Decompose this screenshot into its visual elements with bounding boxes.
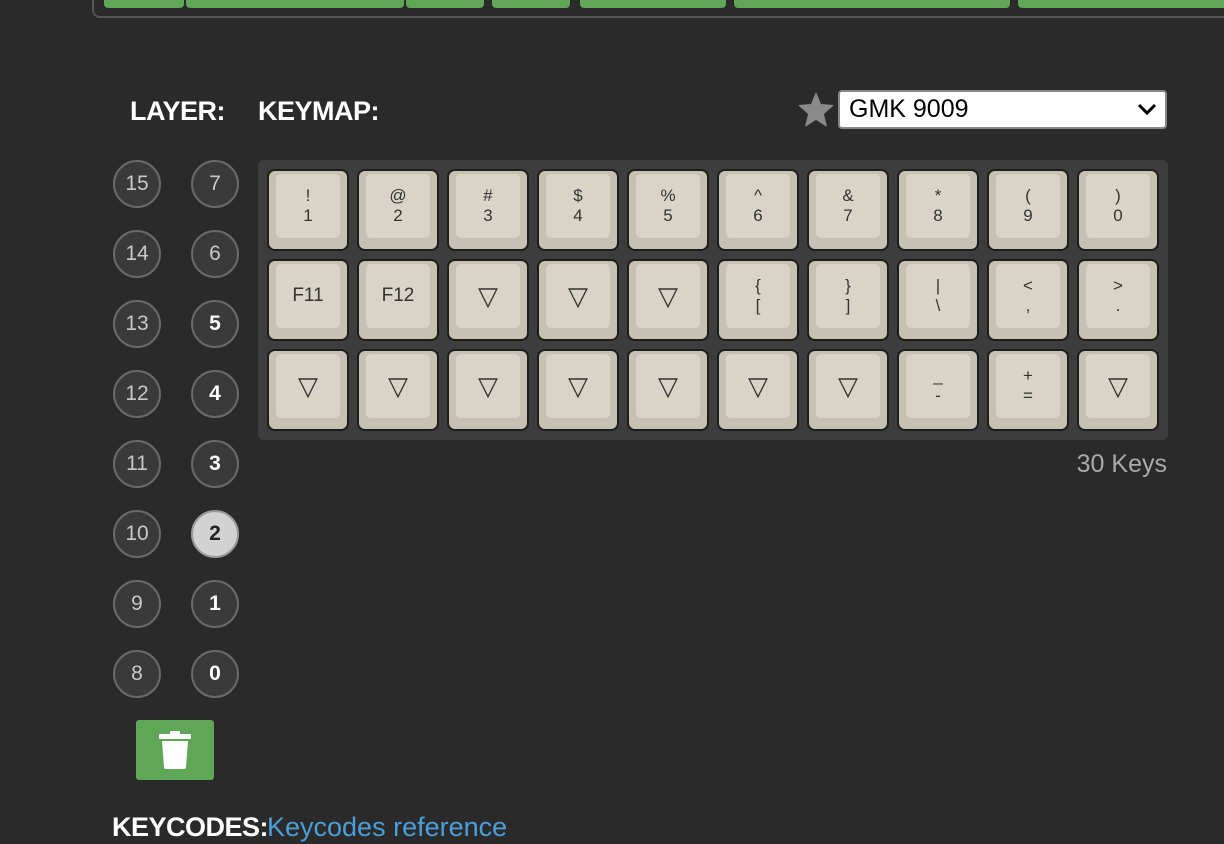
layer-button-15[interactable]: 15 bbox=[113, 160, 161, 208]
keycap-legend: <, bbox=[996, 264, 1060, 328]
keycodes-label: KEYCODES: bbox=[112, 812, 269, 842]
key-0-4[interactable]: % 5 bbox=[627, 169, 709, 251]
key-0-9[interactable]: ) 0 bbox=[1077, 169, 1159, 251]
key-0-5[interactable]: ^ 6 bbox=[717, 169, 799, 251]
star-icon[interactable] bbox=[796, 90, 836, 130]
layer-button-11[interactable]: 11 bbox=[113, 440, 161, 488]
layer-button-4[interactable]: 4 bbox=[191, 370, 239, 418]
keycap-legend: _ - bbox=[906, 354, 970, 418]
keycodes-reference-link[interactable]: Keycodes reference bbox=[267, 812, 507, 843]
toolbar-strip bbox=[92, 0, 1224, 18]
keycap-legend: ▽ bbox=[726, 354, 790, 418]
key-2-5[interactable]: ▽ bbox=[717, 349, 799, 431]
layer-button-7[interactable]: 7 bbox=[191, 160, 239, 208]
keycap-legend: * 8 bbox=[906, 174, 970, 238]
key-2-3[interactable]: ▽ bbox=[537, 349, 619, 431]
key-2-4[interactable]: ▽ bbox=[627, 349, 709, 431]
key-0-8[interactable]: (9 bbox=[987, 169, 1069, 251]
keymap-label: KEYMAP: bbox=[258, 96, 380, 126]
key-1-1[interactable]: F12 bbox=[357, 259, 439, 341]
key-0-1[interactable]: @2 bbox=[357, 169, 439, 251]
key-0-2[interactable]: #3 bbox=[447, 169, 529, 251]
layer-button-9[interactable]: 9 bbox=[113, 580, 161, 628]
keycap-legend: ▽ bbox=[366, 354, 430, 418]
toolbar-button-3[interactable] bbox=[406, 0, 484, 8]
key-1-5[interactable]: {[ bbox=[717, 259, 799, 341]
toolbar-button-2[interactable] bbox=[186, 0, 404, 8]
keycap-legend: ▽ bbox=[636, 264, 700, 328]
layer-button-8[interactable]: 8 bbox=[113, 650, 161, 698]
layer-button-3[interactable]: 3 bbox=[191, 440, 239, 488]
key-0-6[interactable]: & 7 bbox=[807, 169, 889, 251]
layer-button-6[interactable]: 6 bbox=[191, 230, 239, 278]
key-1-3[interactable]: ▽ bbox=[537, 259, 619, 341]
layer-button-10[interactable]: 10 bbox=[113, 510, 161, 558]
key-1-6[interactable]: }] bbox=[807, 259, 889, 341]
key-1-7[interactable]: | \ bbox=[897, 259, 979, 341]
keycap-legend: {[ bbox=[726, 264, 790, 328]
key-count: 30 Keys bbox=[1076, 450, 1167, 478]
chevron-down-icon bbox=[1137, 103, 1157, 116]
layer-button-14[interactable]: 14 bbox=[113, 230, 161, 278]
layer-label: LAYER: bbox=[130, 96, 226, 126]
keycap-legend: F12 bbox=[366, 264, 430, 328]
toolbar-button-1[interactable] bbox=[104, 0, 184, 8]
keymap-select[interactable]: GMK 9009 bbox=[838, 90, 1167, 129]
keycap-legend: % 5 bbox=[636, 174, 700, 238]
keycap-legend: F11 bbox=[276, 264, 340, 328]
keycap-legend: ! 1 bbox=[276, 174, 340, 238]
toolbar-button-6[interactable] bbox=[734, 0, 1010, 8]
layer-button-1[interactable]: 1 bbox=[191, 580, 239, 628]
key-0-3[interactable]: $4 bbox=[537, 169, 619, 251]
key-0-7[interactable]: * 8 bbox=[897, 169, 979, 251]
keycap-legend: ▽ bbox=[816, 354, 880, 418]
keymap-select-value: GMK 9009 bbox=[849, 95, 969, 123]
keycap-legend: ▽ bbox=[1086, 354, 1150, 418]
keycap-legend: + = bbox=[996, 354, 1060, 418]
layer-button-0[interactable]: 0 bbox=[191, 650, 239, 698]
keycap-legend: ) 0 bbox=[1086, 174, 1150, 238]
key-0-0[interactable]: ! 1 bbox=[267, 169, 349, 251]
key-2-9[interactable]: ▽ bbox=[1077, 349, 1159, 431]
layer-button-13[interactable]: 13 bbox=[113, 300, 161, 348]
keycap-legend: }] bbox=[816, 264, 880, 328]
keycap-legend: ▽ bbox=[456, 264, 520, 328]
trash-icon bbox=[159, 731, 191, 769]
key-1-4[interactable]: ▽ bbox=[627, 259, 709, 341]
keycap-legend: ▽ bbox=[456, 354, 520, 418]
key-2-2[interactable]: ▽ bbox=[447, 349, 529, 431]
keycap-legend: & 7 bbox=[816, 174, 880, 238]
key-1-0[interactable]: F11 bbox=[267, 259, 349, 341]
keycap-legend: (9 bbox=[996, 174, 1060, 238]
key-1-8[interactable]: <, bbox=[987, 259, 1069, 341]
toolbar-button-5[interactable] bbox=[580, 0, 726, 8]
key-1-2[interactable]: ▽ bbox=[447, 259, 529, 341]
keycap-legend: ▽ bbox=[636, 354, 700, 418]
key-2-0[interactable]: ▽ bbox=[267, 349, 349, 431]
toolbar-button-7[interactable] bbox=[1018, 0, 1224, 8]
keyboard-layout: ! 1 @2 #3 $4 % 5 ^ 6 & 7 * 8 (9 ) 0 F11 F12 ▽ ▽ ▽ {[}] | \ <, >. ▽… bbox=[258, 160, 1168, 440]
toolbar-button-4[interactable] bbox=[492, 0, 570, 8]
key-2-8[interactable]: + = bbox=[987, 349, 1069, 431]
keycap-legend: #3 bbox=[456, 174, 520, 238]
key-1-9[interactable]: >. bbox=[1077, 259, 1159, 341]
keycap-legend: ▽ bbox=[276, 354, 340, 418]
keycap-legend: ▽ bbox=[546, 354, 610, 418]
keycap-legend: >. bbox=[1086, 264, 1150, 328]
keycap-legend: $4 bbox=[546, 174, 610, 238]
layer-button-5[interactable]: 5 bbox=[191, 300, 239, 348]
key-2-1[interactable]: ▽ bbox=[357, 349, 439, 431]
keycap-legend: ^ 6 bbox=[726, 174, 790, 238]
key-2-6[interactable]: ▽ bbox=[807, 349, 889, 431]
key-2-7[interactable]: _ - bbox=[897, 349, 979, 431]
layer-button-2[interactable]: 2 bbox=[191, 510, 239, 558]
keycap-legend: ▽ bbox=[546, 264, 610, 328]
delete-layer-button[interactable] bbox=[136, 720, 214, 780]
keycap-legend: @2 bbox=[366, 174, 430, 238]
layer-button-12[interactable]: 12 bbox=[113, 370, 161, 418]
keycap-legend: | \ bbox=[906, 264, 970, 328]
